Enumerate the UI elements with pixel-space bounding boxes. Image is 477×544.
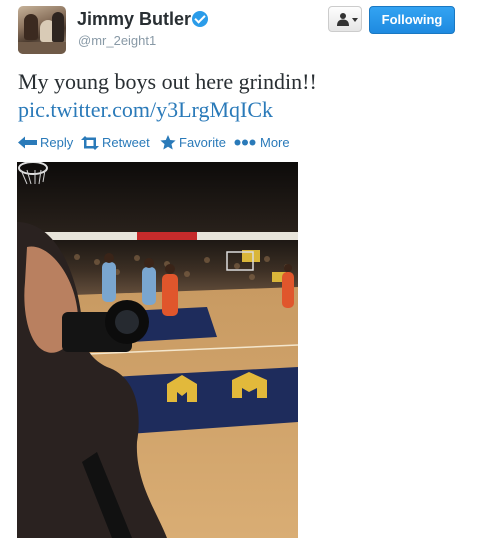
- more-dots-icon: [234, 139, 256, 146]
- retweet-icon: [81, 136, 99, 150]
- avatar[interactable]: [18, 6, 66, 54]
- favorite-label: Favorite: [179, 135, 226, 150]
- reply-label: Reply: [40, 135, 74, 150]
- person-icon: [337, 13, 349, 26]
- following-button[interactable]: Following: [369, 6, 455, 34]
- user-actions-dropdown-button[interactable]: [328, 6, 362, 32]
- tweet-body: My young boys out here grindin!!: [18, 69, 317, 94]
- caret-down-icon: [352, 18, 358, 22]
- tweet-card: Jimmy Butler @mr_2eight1 Following My yo…: [0, 0, 477, 544]
- retweet-label: Retweet: [102, 135, 150, 150]
- basketball-court-photo: [17, 162, 298, 538]
- tweet-text: My young boys out here grindin!! pic.twi…: [18, 68, 458, 124]
- star-icon: [160, 135, 176, 150]
- more-action[interactable]: More: [234, 134, 294, 152]
- favorite-action[interactable]: Favorite: [160, 134, 232, 152]
- verified-badge-icon: [192, 11, 208, 27]
- reply-action[interactable]: Reply: [18, 134, 74, 152]
- user-handle[interactable]: @mr_2eight1: [78, 33, 156, 48]
- reply-icon: [18, 136, 37, 149]
- more-label: More: [260, 135, 290, 150]
- retweet-action[interactable]: Retweet: [80, 134, 154, 152]
- tweet-photo[interactable]: [17, 162, 298, 538]
- user-name[interactable]: Jimmy Butler: [77, 9, 191, 30]
- tweet-media-link[interactable]: pic.twitter.com/y3LrgMqICk: [18, 96, 458, 124]
